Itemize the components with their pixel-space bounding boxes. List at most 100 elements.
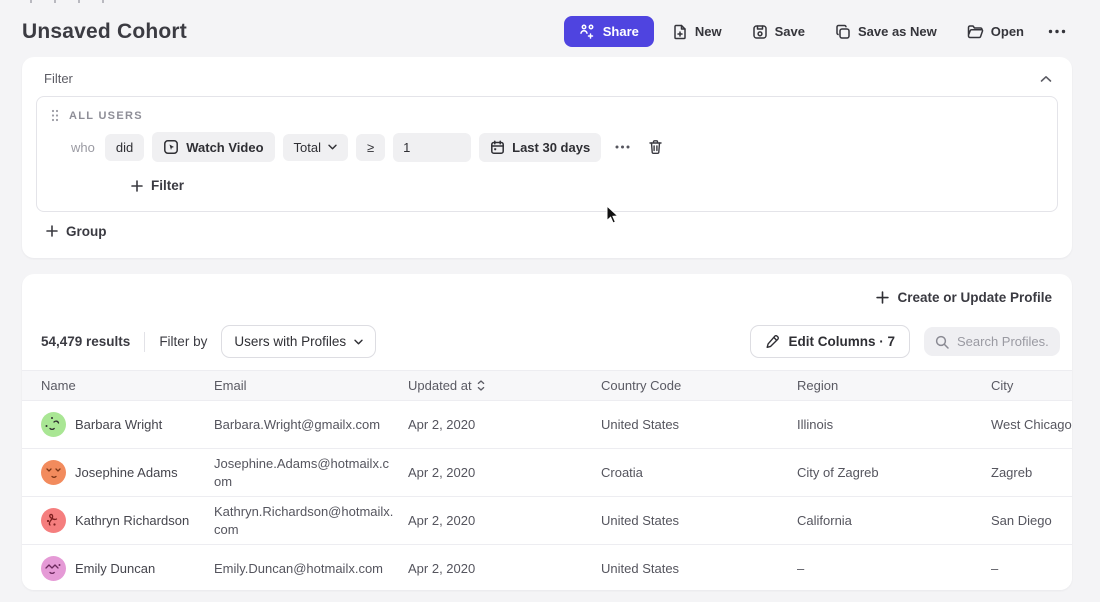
open-button-label: Open — [991, 25, 1024, 38]
share-button-label: Share — [603, 25, 639, 38]
create-or-update-profile-button[interactable]: Create or Update Profile — [876, 290, 1052, 305]
cohort-group: ALL USERS who did Watch Video Total — [36, 96, 1058, 212]
profiles-table: Name Email Updated at Country Code Regio… — [22, 370, 1072, 590]
pencil-icon — [765, 334, 780, 349]
header-actions: Share New Save — [564, 16, 1072, 47]
column-header-city[interactable]: City — [991, 378, 1072, 393]
profile-region: California — [797, 513, 991, 528]
file-plus-icon — [672, 24, 688, 40]
search-profiles-box — [924, 327, 1060, 356]
filter-panel-title: Filter — [44, 71, 73, 86]
filter-criteria-row: who did Watch Video Total — [49, 132, 1045, 162]
more-options-button[interactable] — [1042, 22, 1072, 41]
profiles-table-body: Barbara Wright Barbara.Wright@gmailx.com… — [22, 401, 1072, 590]
profile-country-code: Croatia — [601, 465, 797, 480]
calendar-icon — [490, 140, 505, 155]
create-profile-row: Create or Update Profile — [22, 286, 1072, 319]
profile-row[interactable]: Josephine Adams Josephine.Adams@hotmailx… — [22, 449, 1072, 497]
search-icon — [935, 335, 949, 349]
event-selector[interactable]: Watch Video — [152, 132, 274, 162]
add-group-row: Group — [36, 212, 1058, 245]
profile-row[interactable]: Barbara Wright Barbara.Wright@gmailx.com… — [22, 401, 1072, 449]
add-filter-button[interactable]: Filter — [131, 178, 184, 193]
who-label: who — [71, 140, 95, 155]
event-label: Watch Video — [186, 141, 263, 154]
column-header-email[interactable]: Email — [214, 377, 408, 395]
divider — [144, 332, 145, 352]
folder-icon — [967, 24, 984, 39]
profile-updated-at: Apr 2, 2020 — [408, 561, 601, 576]
add-group-label: Group — [66, 224, 107, 239]
collapse-filter-button[interactable] — [1038, 73, 1054, 85]
drag-handle-icon[interactable] — [51, 109, 59, 122]
avatar — [41, 460, 66, 485]
search-profiles-input[interactable] — [957, 334, 1049, 349]
save-button[interactable]: Save — [740, 17, 817, 47]
chevron-down-icon — [328, 144, 337, 150]
profile-name: Emily Duncan — [75, 561, 155, 576]
delete-criteria-button[interactable] — [646, 137, 665, 157]
profile-region: Illinois — [797, 417, 991, 432]
profile-email: Emily.Duncan@hotmailx.com — [214, 560, 408, 578]
profile-row[interactable]: Kathryn Richardson Kathryn.Richardson@ho… — [22, 497, 1072, 545]
more-dots-icon — [615, 145, 630, 149]
profile-row[interactable]: Emily Duncan Emily.Duncan@hotmailx.com A… — [22, 545, 1072, 590]
plus-icon — [131, 180, 143, 192]
add-group-button[interactable]: Group — [46, 224, 107, 239]
criteria-more-button[interactable] — [613, 143, 632, 151]
profiles-table-header: Name Email Updated at Country Code Regio… — [22, 370, 1072, 401]
profile-city: – — [991, 561, 1072, 576]
page-header: Unsaved Cohort Share New — [0, 0, 1100, 57]
profiles-filter-dropdown[interactable]: Users with Profiles — [221, 325, 376, 358]
trash-icon — [648, 139, 663, 155]
filter-by-label: Filter by — [159, 334, 207, 349]
profile-region: – — [797, 561, 991, 576]
new-button[interactable]: New — [660, 17, 734, 47]
share-button[interactable]: Share — [564, 16, 654, 47]
add-filter-label: Filter — [151, 178, 184, 193]
profiles-panel: Create or Update Profile 54,479 results … — [22, 274, 1072, 590]
aggregation-selector[interactable]: Total — [283, 134, 348, 161]
group-title: ALL USERS — [69, 110, 143, 122]
column-header-name[interactable]: Name — [22, 378, 214, 393]
open-button[interactable]: Open — [955, 17, 1036, 46]
edit-columns-button[interactable]: Edit Columns · 7 — [750, 325, 910, 358]
avatar — [41, 412, 66, 437]
results-toolbar: 54,479 results Filter by Users with Prof… — [22, 319, 1072, 370]
save-as-new-button-label: Save as New — [858, 25, 937, 38]
date-range-selector[interactable]: Last 30 days — [479, 133, 601, 162]
profile-country-code: United States — [601, 513, 797, 528]
save-button-label: Save — [775, 25, 805, 38]
filter-panel: Filter ALL USERS who did — [22, 57, 1072, 258]
profile-updated-at: Apr 2, 2020 — [408, 513, 601, 528]
profile-city: Zagreb — [991, 465, 1072, 480]
plus-icon — [46, 225, 58, 237]
operator-label: ≥ — [367, 141, 374, 154]
create-or-update-profile-label: Create or Update Profile — [897, 290, 1052, 305]
cohort-group-header: ALL USERS — [49, 107, 1045, 132]
column-header-updated-at[interactable]: Updated at — [408, 378, 601, 393]
profile-country-code: United States — [601, 417, 797, 432]
profile-email: Josephine.Adams@hotmailx.com — [214, 455, 408, 490]
edit-columns-label: Edit Columns · 7 — [788, 334, 895, 349]
profiles-filter-value: Users with Profiles — [234, 334, 346, 349]
chevron-up-icon — [1040, 75, 1052, 83]
profile-region: City of Zagreb — [797, 465, 991, 480]
filter-panel-header: Filter — [36, 69, 1058, 96]
column-header-country-code[interactable]: Country Code — [601, 378, 797, 393]
avatar — [41, 508, 66, 533]
profile-name: Josephine Adams — [75, 465, 178, 480]
threshold-input[interactable] — [393, 133, 471, 162]
event-icon — [163, 139, 179, 155]
more-dots-icon — [1048, 29, 1066, 34]
profile-email: Kathryn.Richardson@hotmailx.com — [214, 503, 408, 538]
sort-icon — [477, 380, 485, 391]
add-filter-row: Filter — [49, 162, 1045, 197]
column-header-region[interactable]: Region — [797, 378, 991, 393]
did-selector[interactable]: did — [105, 134, 144, 161]
results-count: 54,479 results — [41, 334, 130, 349]
operator-selector[interactable]: ≥ — [356, 134, 385, 161]
save-as-new-button[interactable]: Save as New — [823, 17, 949, 47]
results-left: 54,479 results Filter by Users with Prof… — [41, 325, 376, 358]
profile-city: West Chicago — [991, 417, 1072, 432]
